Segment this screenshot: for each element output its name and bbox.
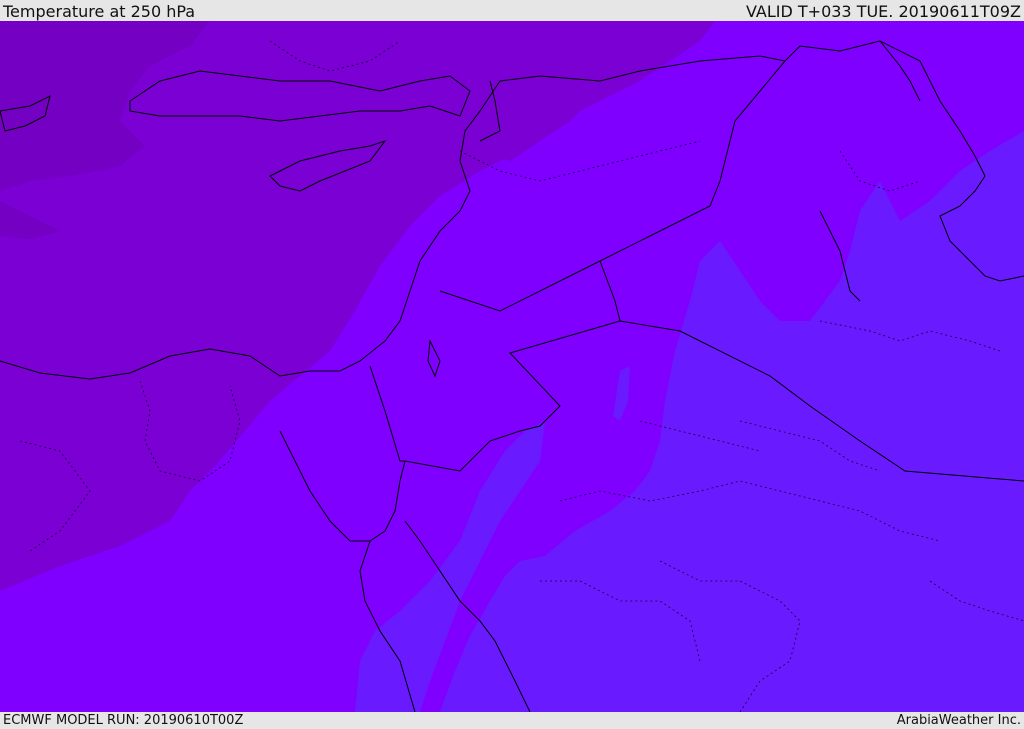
model-run: ECMWF MODEL RUN: 20190610T00Z — [3, 713, 244, 728]
footer-bar: ECMWF MODEL RUN: 20190610T00Z ArabiaWeat… — [0, 712, 1024, 729]
credit-text: ArabiaWeather Inc. — [896, 713, 1021, 728]
weather-map[interactable] — [0, 21, 1024, 712]
header-bar: Temperature at 250 hPa VALID T+033 TUE. … — [0, 0, 1024, 21]
temperature-map-svg — [0, 21, 1024, 712]
map-title: Temperature at 250 hPa — [3, 2, 196, 21]
valid-time: VALID T+033 TUE. 20190611T09Z — [745, 2, 1021, 21]
